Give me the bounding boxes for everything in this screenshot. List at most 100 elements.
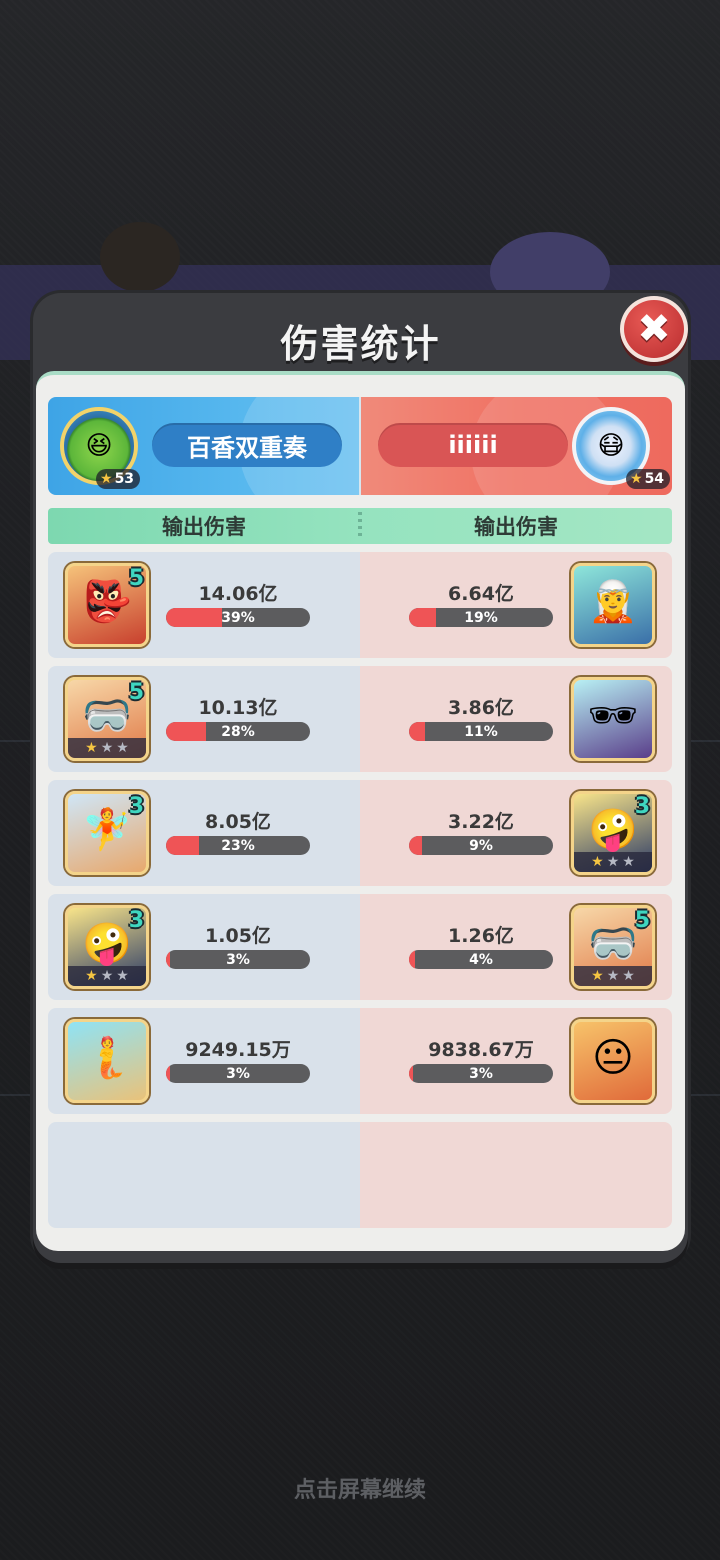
- hero-portrait[interactable]: 🤪 ★ ★ ★ 3: [571, 791, 655, 875]
- modal-title: 伤害统计: [280, 322, 441, 366]
- hero-portrait[interactable]: 🥽 ★ ★ ★ 5: [65, 677, 149, 761]
- team-left-name: 百香双重奏: [152, 423, 342, 467]
- hero-level: 3: [128, 794, 144, 819]
- hero-level: 3: [634, 794, 650, 819]
- hero-portrait[interactable]: 🕶: [571, 677, 655, 761]
- hero-visor-blonde-icon: 🥽: [82, 692, 132, 739]
- hero-silver-hair-girl-icon: 🧚: [82, 806, 132, 853]
- damage-value: 1.26亿: [448, 925, 514, 947]
- damage-share-bar: 39%: [166, 608, 310, 627]
- hero-portrait[interactable]: 👺 5: [65, 563, 149, 647]
- star-icon: ★: [100, 968, 114, 984]
- empty-row: [48, 1122, 672, 1228]
- hero-level: 5: [128, 680, 144, 705]
- damage-value: 1.05亿: [205, 925, 271, 947]
- hero-blue-hair-girl-icon: 🧜: [82, 1034, 132, 1081]
- damage-share-bar: 3%: [166, 950, 310, 969]
- damage-share-percent: 11%: [464, 723, 498, 740]
- damage-share-bar: 3%: [409, 1064, 553, 1083]
- damage-row: 🧜 9249.15万 3% 😐 9838.67万 3%: [48, 1008, 672, 1114]
- hero-level: 5: [634, 908, 650, 933]
- damage-value: 9249.15万: [185, 1039, 291, 1061]
- hero-star-rating: ★ ★ ★: [574, 966, 652, 986]
- damage-share-bar: 23%: [166, 836, 310, 855]
- team-left-level: 53: [114, 471, 135, 487]
- damage-value: 3.86亿: [448, 697, 514, 719]
- hero-portrait[interactable]: 🧝: [571, 563, 655, 647]
- hero-teal-hair-icon: 🧝: [588, 578, 638, 625]
- damage-share-percent: 4%: [469, 951, 493, 968]
- damage-share-bar: 11%: [409, 722, 553, 741]
- damage-row: 🤪 ★ ★ ★ 3 1.05亿 3% 🥽 ★ ★ ★ 5 1.26亿 4%: [48, 894, 672, 1000]
- damage-value: 14.06亿: [198, 583, 278, 605]
- green-slime-icon: 😆: [85, 431, 113, 461]
- hero-portrait[interactable]: 🧜: [65, 1019, 149, 1103]
- star-icon: ★: [630, 471, 643, 487]
- hero-blonde-eyepatch-icon: 🤪: [82, 920, 132, 967]
- star-icon: ★: [606, 854, 620, 870]
- damage-share-percent: 39%: [221, 609, 255, 626]
- column-header-right: 输出伤害: [474, 515, 558, 539]
- damage-share-percent: 3%: [226, 1065, 250, 1082]
- hero-star-rating: ★ ★ ★: [574, 852, 652, 872]
- damage-value: 6.64亿: [448, 583, 514, 605]
- team-right-level-badge: ★ 54: [626, 469, 671, 489]
- damage-row: 👺 5 14.06亿 39% 🧝 6.64亿 19%: [48, 552, 672, 658]
- star-icon: ★: [591, 968, 604, 984]
- star-icon: ★: [100, 471, 113, 487]
- team-header: 😆 ★ 53 百香双重奏 iiiiii 😷 ★ 54: [48, 397, 672, 495]
- damage-row: 🥽 ★ ★ ★ 5 10.13亿 28% 🕶 3.86亿 11%: [48, 666, 672, 772]
- hero-red-hair-warrior-icon: 👺: [82, 578, 132, 625]
- damage-share-bar: 4%: [409, 950, 553, 969]
- damage-value: 9838.67万: [428, 1039, 534, 1061]
- hero-blonde-eyepatch-icon: 🤪: [588, 806, 638, 853]
- damage-share-percent: 9%: [469, 837, 493, 854]
- damage-share-bar: 28%: [166, 722, 310, 741]
- damage-share-percent: 3%: [226, 951, 250, 968]
- damage-row: 🧚 3 8.05亿 23% 🤪 ★ ★ ★ 3 3.22亿 9%: [48, 780, 672, 886]
- hero-portrait[interactable]: 🤪 ★ ★ ★ 3: [65, 905, 149, 989]
- hero-level: 3: [128, 908, 144, 933]
- close-button[interactable]: ✖: [620, 296, 688, 362]
- star-icon: ★: [622, 968, 635, 984]
- empty-row-left: [48, 1122, 360, 1228]
- damage-share-percent: 28%: [221, 723, 255, 740]
- damage-share-bar: 19%: [409, 608, 553, 627]
- tap-to-continue-hint[interactable]: 点击屏幕继续: [0, 1472, 720, 1504]
- damage-value: 10.13亿: [198, 697, 278, 719]
- hero-portrait[interactable]: 😐: [571, 1019, 655, 1103]
- team-divider: [359, 397, 361, 495]
- hero-goggles-pilot-icon: 😐: [592, 1034, 634, 1081]
- star-icon: ★: [100, 740, 114, 756]
- team-right-level: 54: [644, 471, 665, 487]
- damage-value: 3.22亿: [448, 811, 514, 833]
- damage-share-bar: 3%: [166, 1064, 310, 1083]
- hero-cyber-visor-icon: 🕶: [587, 692, 639, 739]
- star-icon: ★: [622, 854, 635, 870]
- hero-portrait[interactable]: 🧚 3: [65, 791, 149, 875]
- hero-visor-blonde-icon: 🥽: [588, 920, 638, 967]
- background-silhouette: [100, 222, 180, 292]
- damage-share-percent: 19%: [464, 609, 498, 626]
- star-icon: ★: [591, 854, 604, 870]
- hero-star-rating: ★ ★ ★: [68, 738, 146, 758]
- damage-share-percent: 23%: [221, 837, 255, 854]
- column-header-left: 输出伤害: [162, 515, 246, 539]
- hero-portrait[interactable]: 🥽 ★ ★ ★ 5: [571, 905, 655, 989]
- star-icon: ★: [85, 740, 98, 756]
- empty-row-right: [360, 1122, 672, 1228]
- close-icon: ✖: [637, 306, 671, 352]
- star-icon: ★: [606, 968, 620, 984]
- hero-level: 5: [128, 566, 144, 591]
- star-icon: ★: [116, 968, 129, 984]
- star-icon: ★: [85, 968, 98, 984]
- damage-share-bar: 9%: [409, 836, 553, 855]
- team-left-level-badge: ★ 53: [96, 469, 141, 489]
- column-header-bar: 输出伤害 输出伤害: [48, 508, 672, 544]
- team-right-name: iiiiii: [378, 423, 568, 467]
- damage-share-percent: 3%: [469, 1065, 493, 1082]
- star-icon: ★: [116, 740, 129, 756]
- masked-girl-icon: 😷: [597, 431, 625, 461]
- damage-value: 8.05亿: [205, 811, 271, 833]
- hero-star-rating: ★ ★ ★: [68, 966, 146, 986]
